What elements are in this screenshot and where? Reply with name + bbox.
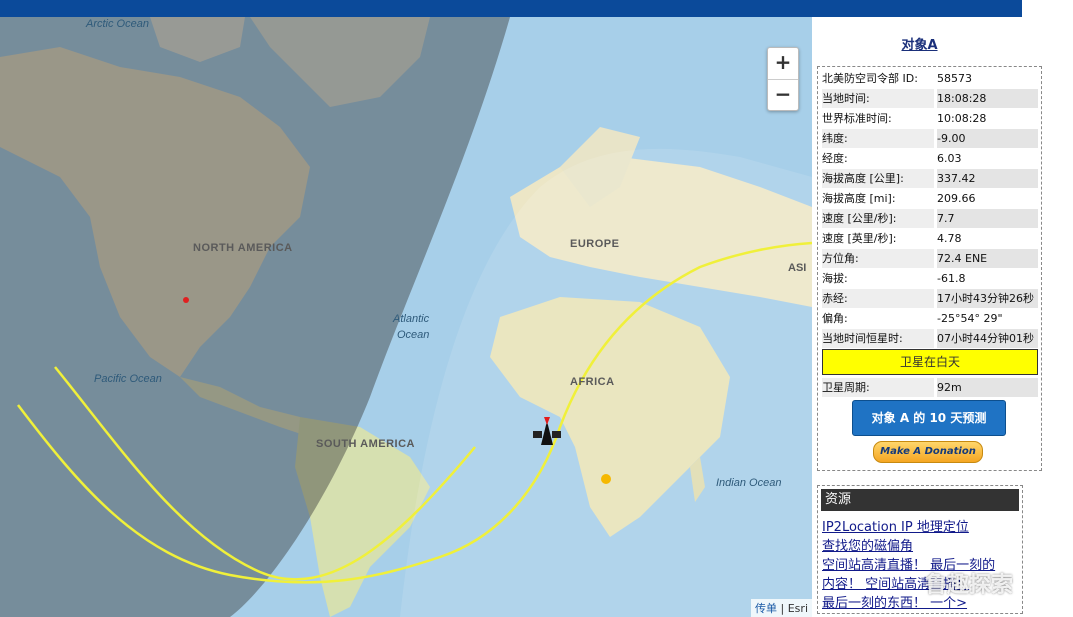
label-africa: AFRICA: [570, 376, 615, 388]
detail-value: 10:08:28: [937, 112, 987, 125]
detail-row-local-time: 当地时间: 18:08:28: [822, 89, 1038, 108]
detail-row-right-ascension: 赤经: 17小时43分钟26秒: [822, 289, 1038, 308]
detail-row-speed-mi: 速度 [英里/秒]: 4.78: [822, 229, 1038, 248]
object-title-link[interactable]: 对象A: [812, 34, 1027, 53]
daylight-status-bar: 卫星在白天: [822, 349, 1038, 375]
detail-row-latitude: 纬度: -9.00: [822, 129, 1038, 148]
detail-row-norad: 北美防空司令部 ID: 58573: [822, 69, 1038, 88]
detail-row-utc: 世界标准时间: 10:08:28: [822, 109, 1038, 128]
leaflet-link[interactable]: 传单: [755, 602, 777, 615]
label-atlantic-1: Atlantic: [392, 313, 430, 325]
detail-label: 经度:: [822, 152, 848, 165]
resources-heading: 资源: [821, 489, 1019, 511]
world-map-svg: Arctic Ocean NORTH AMERICA EUROPE ASI At…: [0, 17, 812, 617]
source-watermark: 鲁趣探索: [925, 573, 1014, 598]
label-south-america: SOUTH AMERICA: [316, 438, 415, 450]
detail-value: 7.7: [937, 209, 1038, 228]
detail-row-altitude-km: 海拔高度 [公里]: 337.42: [822, 169, 1038, 188]
zoom-out-button[interactable]: −: [768, 80, 798, 111]
sun-position-icon: [601, 474, 611, 484]
detail-value: 17小时43分钟26秒: [937, 289, 1038, 308]
detail-label: 海拔高度 [mi]:: [822, 192, 896, 205]
resource-link-magnetic-declination[interactable]: 查找您的磁偏角: [822, 535, 913, 554]
detail-value: 6.03: [937, 152, 962, 165]
satellite-info-panel: 对象A 北美防空司令部 ID: 58573 当地时间: 18:08:28 世界标准时…: [812, 17, 1073, 617]
detail-value: 209.66: [937, 192, 976, 205]
label-asia: ASI: [788, 262, 806, 274]
detail-label: 速度 [英里/秒]:: [822, 232, 897, 245]
label-north-america: NORTH AMERICA: [193, 242, 293, 254]
satellite-tracking-map[interactable]: Arctic Ocean NORTH AMERICA EUROPE ASI At…: [0, 17, 812, 617]
detail-label: 当地时间:: [822, 89, 934, 108]
detail-label: 速度 [公里/秒]:: [822, 209, 934, 228]
esri-credit: Esri: [787, 602, 808, 615]
detail-label: 纬度:: [822, 129, 934, 148]
detail-label: 海拔:: [822, 272, 848, 285]
zoom-in-button[interactable]: +: [768, 48, 798, 80]
detail-label: 世界标准时间:: [822, 112, 892, 125]
detail-label: 北美防空司令部 ID:: [822, 72, 918, 85]
detail-row-azimuth: 方位角: 72.4 ENE: [822, 249, 1038, 268]
detail-value: 4.78: [937, 232, 962, 245]
donate-button[interactable]: Make A Donation: [873, 441, 983, 463]
detail-label: 卫星周期:: [822, 378, 934, 397]
label-pacific-ocean: Pacific Ocean: [94, 373, 162, 385]
detail-value: -9.00: [937, 129, 1038, 148]
detail-label: 当地时间恒星时:: [822, 329, 934, 348]
detail-row-sidereal-time: 当地时间恒星时: 07小时44分钟01秒: [822, 329, 1038, 348]
detail-value: 92m: [937, 378, 1038, 397]
resource-link-ip2location[interactable]: IP2Location IP 地理定位: [822, 516, 969, 535]
detail-row-period: 卫星周期: 92m: [822, 378, 1038, 397]
detail-value: 337.42: [937, 169, 1038, 188]
map-attribution: 传单 | Esri: [751, 599, 812, 617]
detail-row-elevation: 海拔: -61.8: [822, 269, 1038, 288]
detail-value: 18:08:28: [937, 89, 1038, 108]
label-europe: EUROPE: [570, 238, 619, 250]
ten-day-prediction-button[interactable]: 对象 A 的 10 天预测: [852, 400, 1006, 436]
detail-label: 方位角:: [822, 249, 934, 268]
label-indian-ocean: Indian Ocean: [716, 477, 781, 489]
detail-row-altitude-mi: 海拔高度 [mi]: 209.66: [822, 189, 1038, 208]
detail-value: -61.8: [937, 272, 966, 285]
detail-row-longitude: 经度: 6.03: [822, 149, 1038, 168]
attribution-separator: |: [777, 602, 788, 615]
detail-label: 偏角:: [822, 312, 848, 325]
detail-row-declination: 偏角: -25°54° 29": [822, 309, 1038, 328]
detail-value: 72.4 ENE: [937, 249, 1038, 268]
satellite-details-box: 北美防空司令部 ID: 58573 当地时间: 18:08:28 世界标准时间: 10…: [817, 66, 1042, 471]
label-arctic-ocean: Arctic Ocean: [85, 18, 149, 30]
detail-label: 海拔高度 [公里]:: [822, 169, 934, 188]
detail-value: 58573: [937, 72, 972, 85]
zoom-control: + −: [767, 47, 799, 111]
detail-row-speed-km: 速度 [公里/秒]: 7.7: [822, 209, 1038, 228]
detail-value: 07小时44分钟01秒: [937, 329, 1038, 348]
detail-value: -25°54° 29": [937, 312, 1003, 325]
user-location-marker[interactable]: [183, 297, 189, 303]
label-atlantic-2: Ocean: [397, 329, 429, 341]
top-navigation-bar: [0, 0, 1022, 17]
detail-label: 赤经:: [822, 289, 934, 308]
